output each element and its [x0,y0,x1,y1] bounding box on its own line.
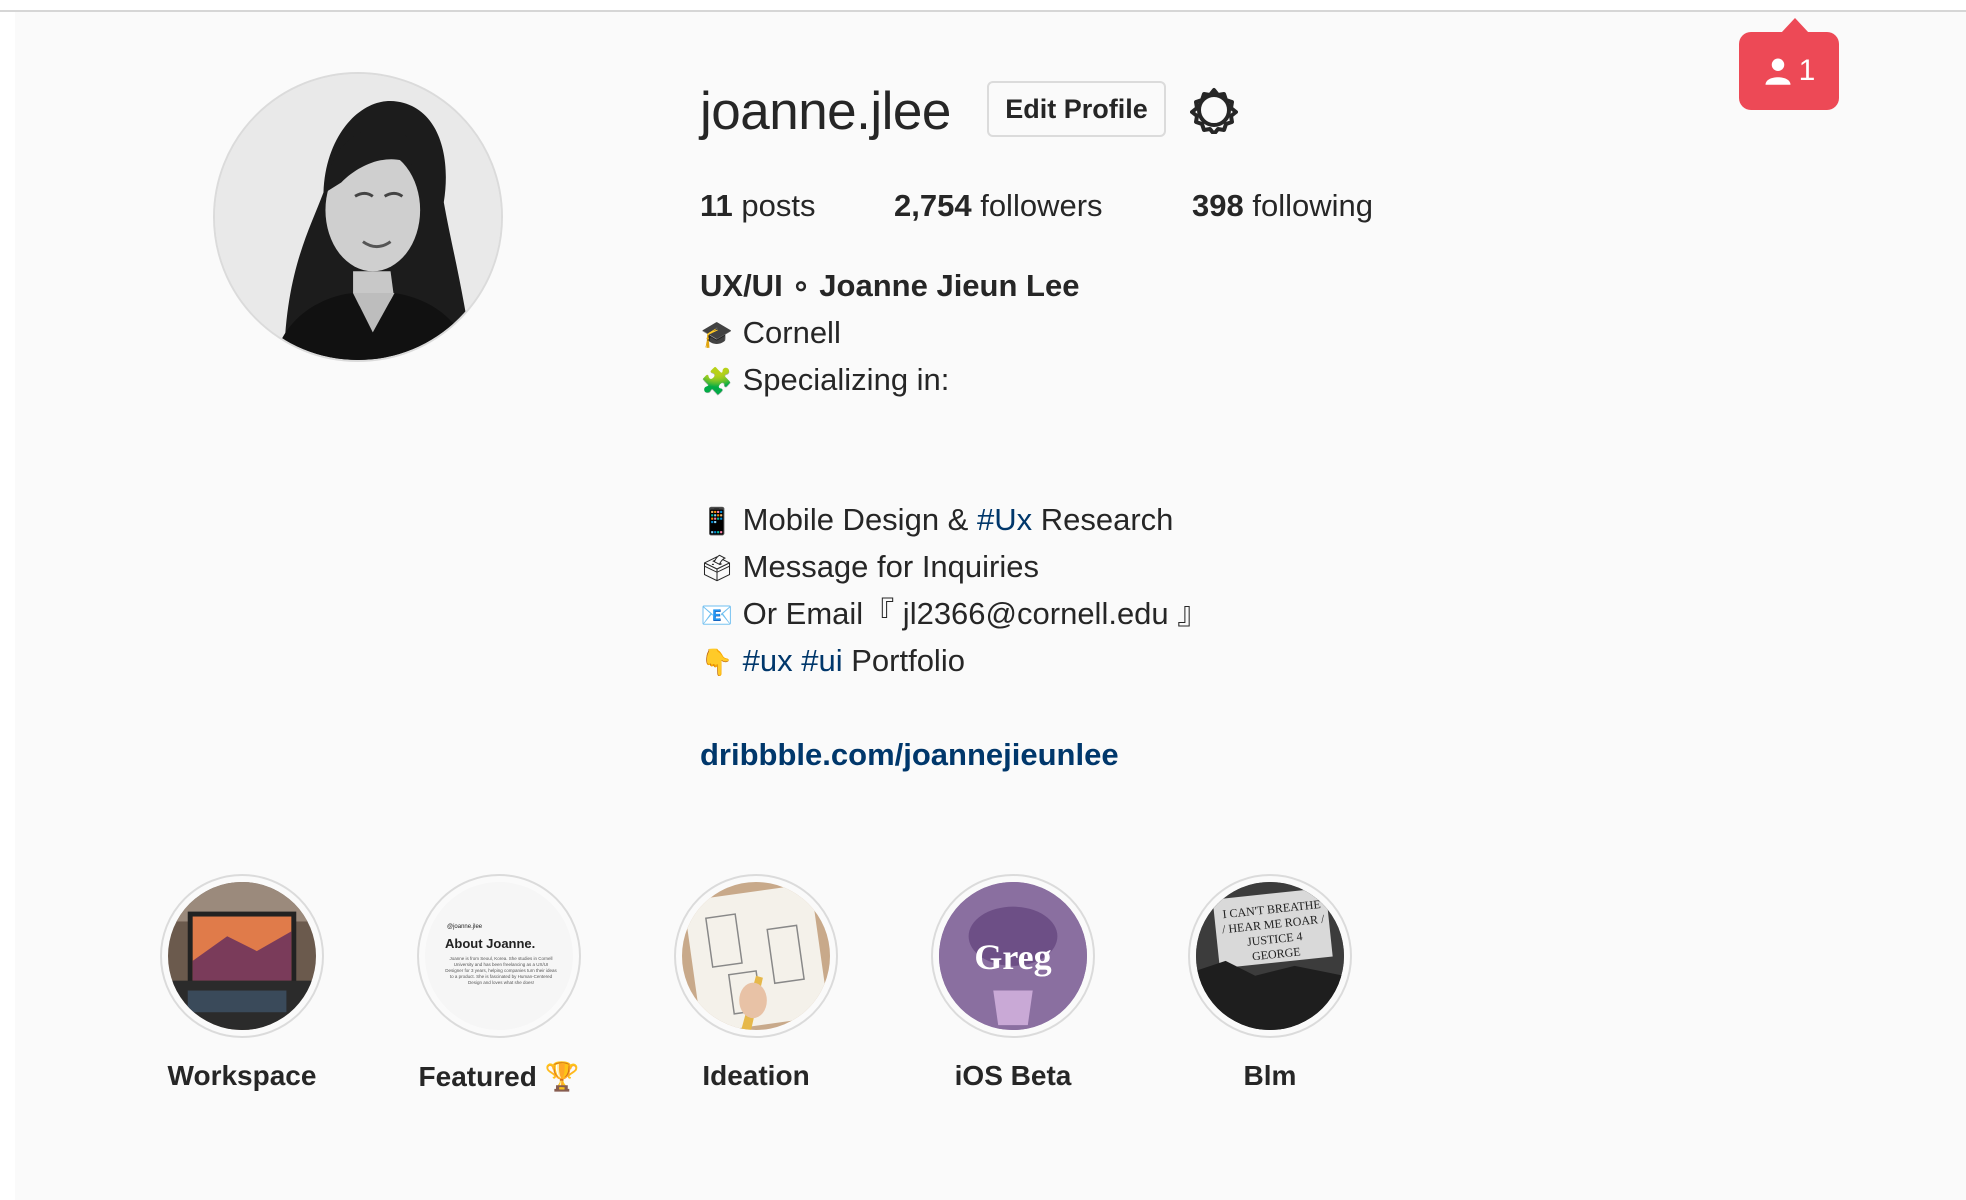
highlight-ideation[interactable]: Ideation [671,874,841,1092]
bio-message-text: Message for Inquiries [742,549,1039,584]
mobile-phone-icon: 📱 [700,507,734,537]
profile-avatar[interactable] [213,72,503,362]
featured-title: About Joanne. [445,936,536,951]
hashtag-ui-link[interactable]: #ui [801,643,842,678]
browser-top-edge [0,0,1966,12]
bio-research-text: Research [1032,502,1174,537]
highlight-label: Workspace [167,1060,317,1091]
followers-stat[interactable]: 2,754 followers [894,186,1103,226]
highlight-ring [160,874,324,1038]
ballot-box-icon: 🗳 [700,554,734,584]
person-icon [1765,58,1791,85]
bio-line-specializing: 🧩 Specializing in: [700,356,950,403]
notification-count: 1 [1798,54,1816,87]
highlight-featured[interactable]: @joanne.jlee About Joanne. Joanne is fro… [414,874,584,1093]
bio-mobile-text: Mobile Design & [742,502,977,537]
graduation-cap-icon: 🎓 [700,320,734,350]
posts-label: posts [741,188,816,223]
puzzle-piece-icon: 🧩 [700,367,734,397]
hashtag-ux-link[interactable]: #Ux [977,502,1032,537]
highlight-blm[interactable]: I CAN'T BREATHE / HEAR ME ROAR / JUSTICE… [1185,874,1355,1092]
highlight-ring: I CAN'T BREATHE / HEAR ME ROAR / JUSTICE… [1188,874,1352,1038]
bio-line-mobile: 📱 Mobile Design & #Ux Research [700,496,1174,543]
bio-line-school: 🎓 Cornell [700,309,841,356]
bio-line-message: 🗳 Message for Inquiries [700,543,1039,590]
posts-count: 11 [700,188,733,223]
followers-label: followers [980,188,1103,223]
edit-profile-button[interactable]: Edit Profile [987,81,1166,137]
posts-stat[interactable]: 11 posts [700,186,816,226]
followers-count: 2,754 [894,188,972,223]
bio-line-email: 📧 Or Email『 jl2366@cornell.edu 』 [700,590,1208,637]
follow-request-notification[interactable]: 1 [1739,18,1839,110]
featured-body: Joanne is from Seoul, Korea. She studies… [445,956,557,985]
profile-username: joanne.jlee [700,82,951,141]
settings-icon[interactable] [1190,86,1238,136]
bio-portfolio-text: Portfolio [842,643,965,678]
bio-email-text: Or Email『 jl2366@cornell.edu 』 [742,596,1209,631]
highlight-label: Blm [1243,1060,1297,1091]
highlight-ring: Greg [931,874,1095,1038]
bio-school-text: Cornell [742,315,841,350]
highlight-workspace[interactable]: Workspace [157,874,327,1092]
profile-photo [215,74,501,360]
hashtag-ux-link-2[interactable]: #ux [743,643,793,678]
highlight-ring [674,874,838,1038]
email-icon: 📧 [700,601,734,631]
bio-specializing-text: Specializing in: [742,362,950,397]
ios-beta-image-text: Greg [974,937,1052,977]
highlight-label: Ideation [702,1060,810,1091]
bio-line-portfolio: 👇 #ux #ui Portfolio [700,637,965,684]
highlight-label: iOS Beta [954,1060,1072,1091]
following-stat[interactable]: 398 following [1192,186,1373,226]
workspace-image [168,882,316,1030]
following-count: 398 [1192,188,1244,223]
following-label: following [1252,188,1373,223]
highlight-label: Featured 🏆 [418,1061,580,1092]
pointing-down-icon: 👇 [700,648,734,678]
bio-full-name: UX/UI ∘ Joanne Jieun Lee [700,268,1080,303]
featured-handle: @joanne.jlee [447,924,483,930]
bio-website-link[interactable]: dribbble.com/joannejieunlee [700,731,1119,778]
blm-sign-text: I CAN'T BREATHE / HEAR ME ROAR / JUSTICE… [1221,897,1325,964]
highlight-ios-beta[interactable]: Greg iOS Beta [928,874,1098,1092]
highlight-ring: @joanne.jlee About Joanne. Joanne is fro… [417,874,581,1038]
ideation-image [682,882,830,1030]
